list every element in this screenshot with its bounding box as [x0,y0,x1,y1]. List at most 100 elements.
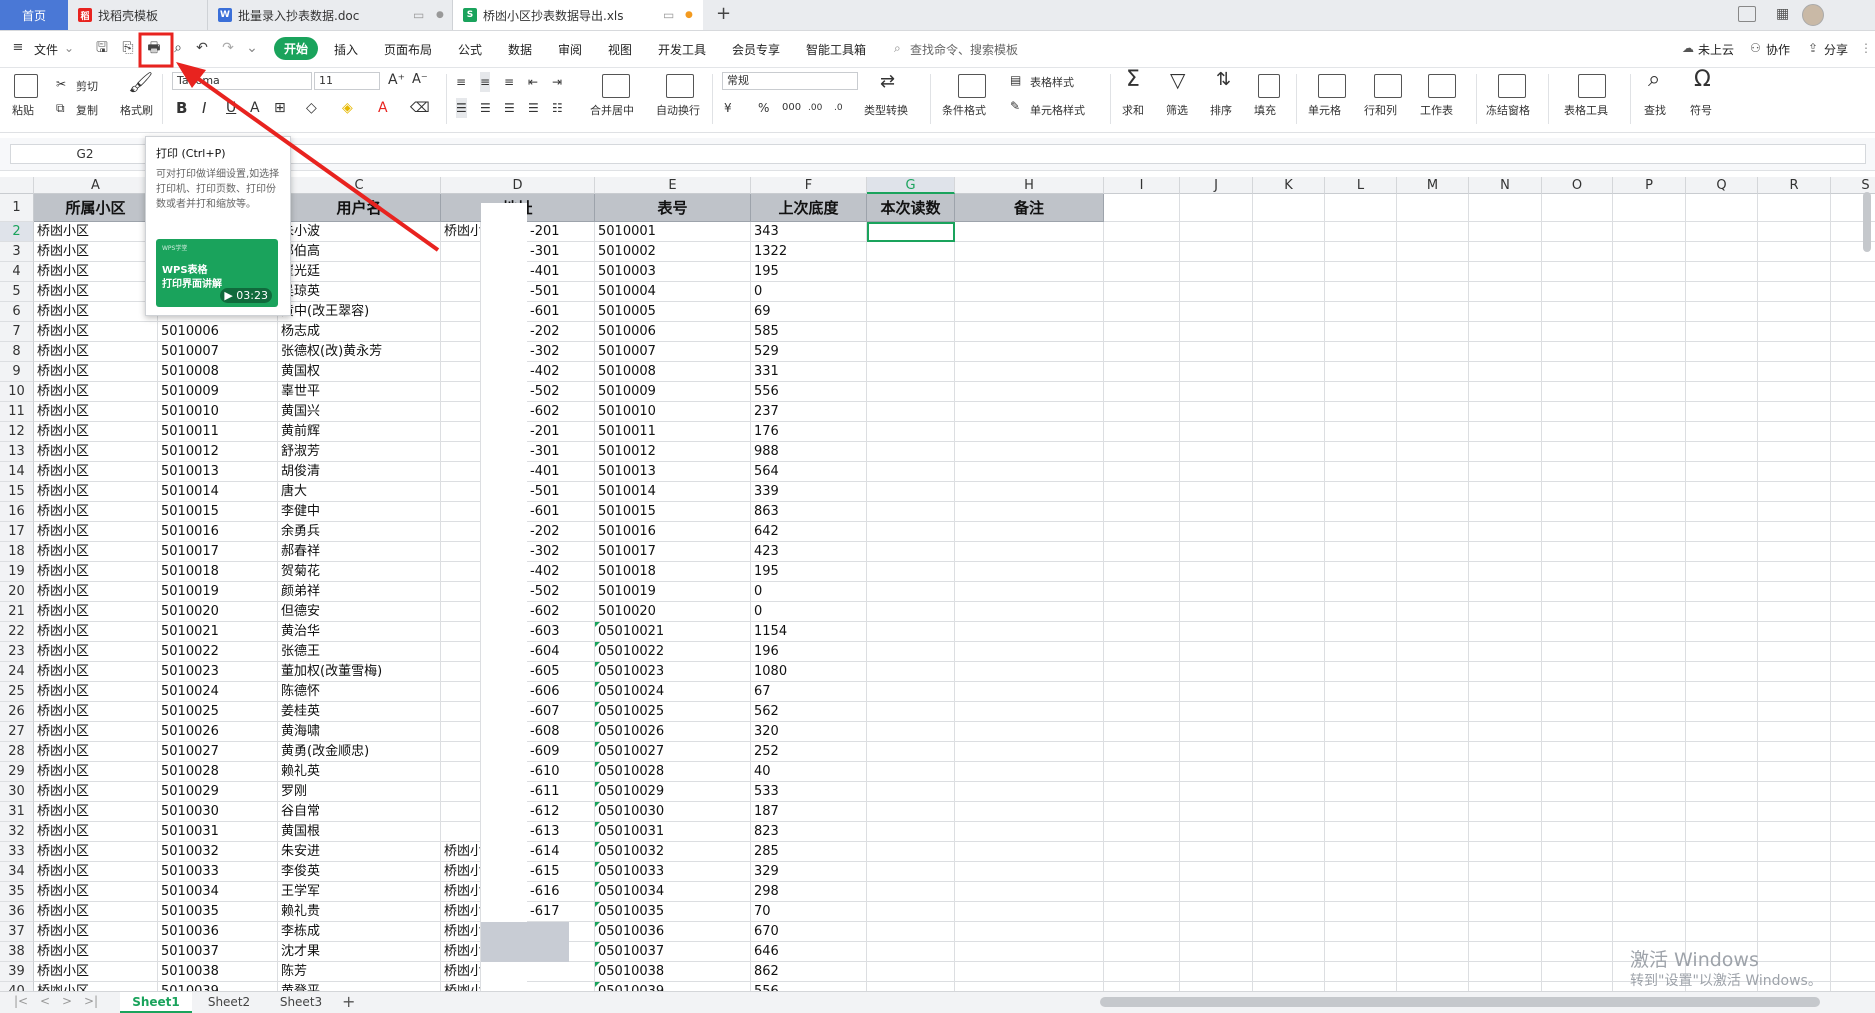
cell-remark[interactable] [955,582,1104,602]
name-box[interactable]: G2 [10,144,160,164]
tab-docer[interactable]: 稻 找稻壳模板 [68,0,208,30]
tab-xls[interactable]: S 桥凼小区抄表数据导出.xls ▭ ● [453,0,703,30]
cell-meter-no[interactable]: 5010012 [595,442,751,462]
column-header-r[interactable]: R [1758,177,1831,194]
cell-address-room[interactable]: -602 [527,602,595,622]
command-search-input[interactable]: 查找命令、搜索模板 [910,41,1018,58]
header-cell[interactable]: 表号 [595,194,751,222]
cell-address[interactable] [441,362,481,382]
column-header-n[interactable]: N [1469,177,1542,194]
cell-meter-no[interactable]: 5010001 [595,222,751,242]
cell-meter-no[interactable]: 05010024 [595,682,751,702]
indent-increase-icon[interactable]: ⇥ [552,72,562,92]
paste-icon[interactable] [14,74,38,98]
cell-current-reading[interactable] [867,462,955,482]
cell-username[interactable]: 沈才果 [278,942,441,962]
cell-community[interactable]: 桥凼小区 [34,862,158,882]
cell-current-reading[interactable] [867,762,955,782]
cell-remark[interactable] [955,382,1104,402]
cell-username[interactable]: 姜桂英 [278,702,441,722]
column-header-o[interactable]: O [1542,177,1613,194]
menu-data[interactable]: 数据 [508,41,532,58]
cell-address[interactable] [441,462,481,482]
cell-account[interactable]: 5010031 [158,822,278,842]
fill-down-icon[interactable] [1258,74,1280,98]
cell-remark[interactable] [955,422,1104,442]
cell-username[interactable]: 李栋成 [278,922,441,942]
freeze-panes-button[interactable]: 冻结窗格 [1486,102,1530,118]
cell-last-reading[interactable]: 298 [751,882,867,902]
cell-meter-no[interactable]: 5010003 [595,262,751,282]
cell-meter-no[interactable]: 05010032 [595,842,751,862]
cell-address-room[interactable]: -201 [527,222,595,242]
cell-username[interactable]: 陈芳 [278,962,441,982]
row-header[interactable]: 33 [0,842,34,862]
cell-remark[interactable] [955,242,1104,262]
cell-community[interactable]: 桥凼小区 [34,542,158,562]
cell-current-reading[interactable] [867,362,955,382]
cell-current-reading[interactable] [867,242,955,262]
align-left-icon[interactable]: ☰ [456,98,467,118]
cell-address[interactable]: 桥凼小 [441,902,481,922]
cell-community[interactable]: 桥凼小区 [34,662,158,682]
number-format-select[interactable]: 常规 [722,72,858,90]
cell-current-reading[interactable] [867,882,955,902]
cell-username[interactable]: 朱安进 [278,842,441,862]
cell-remark[interactable] [955,862,1104,882]
menu-developer[interactable]: 开发工具 [658,41,706,58]
cell-current-reading[interactable] [867,662,955,682]
copy-icon[interactable]: ⧉ [56,98,65,118]
column-header-m[interactable]: M [1397,177,1469,194]
column-header-e[interactable]: E [595,177,751,194]
file-chevron-down-icon[interactable]: ⌄ [64,41,74,55]
font-color-icon[interactable]: A [378,98,388,118]
cell-address-room[interactable]: -502 [527,382,595,402]
cell-username[interactable]: 张德权(改)黄永芳 [278,342,441,362]
add-sheet-icon[interactable]: + [342,992,355,1011]
cell-remark[interactable] [955,742,1104,762]
cell-account[interactable]: 5010029 [158,782,278,802]
worksheet-icon[interactable] [1428,74,1456,98]
clear-format-icon[interactable]: ⌫ [410,98,430,118]
cell-current-reading[interactable] [867,502,955,522]
cell-last-reading[interactable]: 339 [751,482,867,502]
header-cell[interactable]: 所属小区 [34,194,158,222]
cell-community[interactable]: 桥凼小区 [34,322,158,342]
row-header[interactable]: 3 [0,242,34,262]
row-header[interactable]: 35 [0,882,34,902]
cell-username[interactable]: 张德王 [278,642,441,662]
cell-address[interactable] [441,562,481,582]
row-header[interactable]: 5 [0,282,34,302]
cell-account[interactable]: 5010026 [158,722,278,742]
cell-address-room[interactable]: -609 [527,742,595,762]
cell-username[interactable]: 罗刚 [278,782,441,802]
cell-current-reading[interactable] [867,742,955,762]
cell-community[interactable]: 桥凼小区 [34,962,158,982]
cell-username[interactable]: 黄勇(改金顺忠) [278,742,441,762]
cell-button[interactable]: 单元格 [1308,102,1341,118]
row-header[interactable]: 34 [0,862,34,882]
row-header[interactable]: 6 [0,302,34,322]
cell-meter-no[interactable]: 05010021 [595,622,751,642]
type-convert-icon[interactable]: ⇄ [880,72,895,92]
cell-last-reading[interactable]: 196 [751,642,867,662]
column-header-j[interactable]: J [1180,177,1253,194]
cell-remark[interactable] [955,322,1104,342]
cell-username[interactable]: 胡俊清 [278,462,441,482]
row-header[interactable]: 9 [0,362,34,382]
cell-address[interactable] [441,662,481,682]
justify-icon[interactable]: ☰ [528,98,539,118]
align-middle-icon[interactable]: ≡ [480,72,491,92]
cell-current-reading[interactable] [867,522,955,542]
auto-wrap-icon[interactable] [666,74,694,98]
cell-community[interactable]: 桥凼小区 [34,842,158,862]
cell-remark[interactable] [955,962,1104,982]
filter-button[interactable]: 筛选 [1166,102,1188,118]
cell-community[interactable]: 桥凼小区 [34,442,158,462]
cell-style-button[interactable]: 单元格样式 [1030,102,1085,118]
cell-current-reading[interactable] [867,602,955,622]
cell-address[interactable] [441,602,481,622]
cell-current-reading[interactable] [867,822,955,842]
row-header[interactable]: 30 [0,782,34,802]
cell-last-reading[interactable]: 1322 [751,242,867,262]
